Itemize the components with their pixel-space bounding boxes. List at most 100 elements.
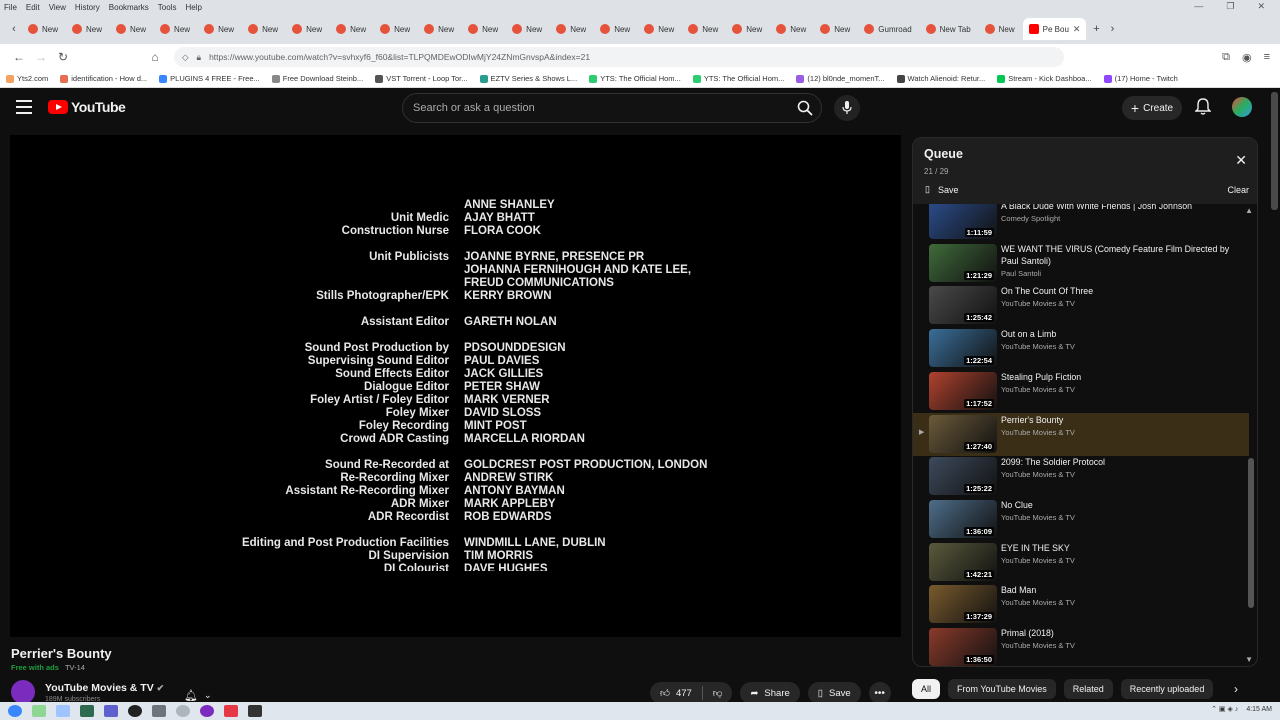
create-button[interactable]: + Create — [1122, 96, 1182, 120]
back-icon[interactable]: ← — [8, 50, 30, 64]
taskbar-app-icon[interactable] — [56, 705, 70, 717]
page-scrollbar[interactable] — [1271, 92, 1278, 210]
like-dislike-button[interactable]: 👍︎ 477 👎︎ — [650, 682, 733, 704]
tab[interactable]: New — [550, 18, 592, 40]
bookmark[interactable]: YTS: The Official Hom... — [589, 74, 681, 83]
address-bar[interactable]: ◇ 🔒︎ https://www.youtube.com/watch?v=svh… — [174, 47, 1064, 67]
extensions-icon[interactable]: ⧉ — [1222, 51, 1230, 64]
start-icon[interactable] — [8, 705, 22, 717]
taskbar-browser-icon[interactable] — [224, 705, 238, 717]
tab[interactable]: New Tab — [920, 18, 977, 40]
bookmark[interactable]: Free Download Steinb... — [271, 74, 363, 83]
taskbar-app-icon[interactable] — [32, 705, 46, 717]
tab[interactable]: New — [286, 18, 328, 40]
youtube-logo[interactable]: YouTube — [48, 99, 126, 115]
tab[interactable]: New — [330, 18, 372, 40]
taskbar-app-icon[interactable] — [104, 705, 118, 717]
reload-icon[interactable]: ↻ — [52, 50, 74, 64]
menu-history[interactable]: History — [75, 3, 100, 12]
forward-icon[interactable]: → — [30, 50, 52, 64]
bookmark[interactable]: Stream - Kick Dashboa... — [997, 74, 1092, 83]
bookmark[interactable]: (17) Home - Twitch — [1103, 74, 1178, 83]
tab[interactable]: New — [242, 18, 284, 40]
tab[interactable]: New — [198, 18, 240, 40]
taskbar-app-icon[interactable] — [176, 705, 190, 717]
taskbar-app-icon[interactable] — [200, 705, 214, 717]
search-input[interactable]: Search or ask a question — [402, 93, 822, 123]
tray-icons[interactable]: ⌃ ▣ ◈ ♪ — [1211, 705, 1238, 713]
queue-scrollbar[interactable] — [1248, 458, 1254, 608]
queue-item[interactable]: 1:21:29 WE WANT THE VIRUS (Comedy Feature… — [913, 242, 1249, 285]
save-button[interactable]: ▯ Save — [807, 682, 861, 704]
chevron-right-icon[interactable]: › — [1234, 682, 1238, 696]
maximize-icon[interactable]: ❐ — [1226, 1, 1234, 12]
channel-avatar[interactable] — [11, 680, 35, 704]
new-tab-icon[interactable]: + — [1088, 23, 1104, 35]
bookmark[interactable]: Yts2.com — [6, 74, 48, 83]
share-button[interactable]: ➦ Share — [740, 682, 800, 704]
tab[interactable]: New — [66, 18, 108, 40]
close-tab-icon[interactable]: ✕ — [1073, 24, 1081, 35]
queue-item[interactable]: 1:11:59 A Black Dude With White Friends |… — [913, 204, 1249, 242]
scroll-down-icon[interactable]: ▼ — [1245, 655, 1253, 664]
queue-item[interactable]: 1:22:54 Out on a Limb YouTube Movies & TV — [913, 327, 1249, 370]
tab[interactable]: Gumroad — [858, 18, 917, 40]
filter-chip[interactable]: All — [912, 679, 941, 699]
tab[interactable]: New — [814, 18, 856, 40]
bookmark[interactable]: Watch Alienoid: Retur... — [896, 74, 985, 83]
hamburger-menu-icon[interactable] — [16, 100, 32, 114]
queue-item[interactable]: 1:37:29 Bad Man YouTube Movies & TV — [913, 583, 1249, 626]
thumbs-up-icon[interactable]: 👍︎ — [660, 687, 670, 699]
queue-item[interactable]: 1:17:52 Stealing Pulp Fiction YouTube Movi… — [913, 370, 1249, 413]
menu-tools[interactable]: Tools — [158, 3, 177, 12]
queue-item[interactable]: 1:42:21 EYE IN THE SKY YouTube Movies & TV — [913, 541, 1249, 584]
tab[interactable]: New — [22, 18, 64, 40]
tab[interactable]: New — [110, 18, 152, 40]
menu-edit[interactable]: Edit — [26, 3, 40, 12]
close-window-icon[interactable]: ✕ — [1257, 1, 1265, 12]
tab[interactable]: New — [506, 18, 548, 40]
tab[interactable]: New — [979, 18, 1021, 40]
tab-scroll-right-icon[interactable]: › — [1104, 23, 1120, 35]
tab[interactable]: New — [594, 18, 636, 40]
profile-icon[interactable]: ◉ — [1242, 51, 1252, 64]
taskbar-app-icon[interactable] — [248, 705, 262, 717]
bookmark[interactable]: PLUGINS 4 FREE - Free... — [159, 74, 260, 83]
menu-help[interactable]: Help — [185, 3, 201, 12]
filter-chip[interactable]: Related — [1063, 679, 1113, 699]
tab[interactable]: New — [462, 18, 504, 40]
taskbar-app-icon[interactable] — [80, 705, 94, 717]
queue-item[interactable]: 1:36:50 Primal (2018) YouTube Movies & TV — [913, 626, 1249, 666]
microphone-icon[interactable] — [834, 95, 860, 121]
scroll-up-icon[interactable]: ▲ — [1245, 206, 1253, 215]
tab[interactable]: New — [638, 18, 680, 40]
bookmark[interactable]: VST Torrent - Loop Tor... — [375, 74, 468, 83]
bookmark[interactable]: EZTV Series & Shows L... — [479, 74, 577, 83]
tab[interactable]: New — [726, 18, 768, 40]
tab[interactable]: New — [418, 18, 460, 40]
taskbar-app-icon[interactable] — [128, 705, 142, 717]
queue-item[interactable]: 1:25:22 2099: The Soldier Protocol YouTube… — [913, 455, 1249, 498]
more-actions-icon[interactable]: ••• — [868, 682, 891, 704]
filter-chip[interactable]: From YouTube Movies — [948, 679, 1056, 699]
video-player[interactable]: ANNE SHANLEY Unit Medic AJAY BHATT Construc… — [10, 135, 901, 637]
bookmark[interactable]: (12) bl0nde_momenT... — [796, 74, 885, 83]
taskbar-app-icon[interactable] — [152, 705, 166, 717]
notifications-bell-icon[interactable] — [1195, 98, 1211, 116]
tab[interactable]: New — [682, 18, 724, 40]
queue-clear-button[interactable]: Clear — [1227, 185, 1249, 195]
menu-icon[interactable]: ≡ — [1264, 51, 1270, 64]
bookmark[interactable]: identification - How d... — [60, 74, 147, 83]
menu-bookmarks[interactable]: Bookmarks — [109, 3, 149, 12]
search-icon[interactable] — [797, 100, 813, 116]
tab-scroll-left-icon[interactable]: ‹ — [6, 23, 22, 35]
queue-item-current[interactable]: ▶ 1:27:40 Perrier's Bounty YouTube Movies &… — [913, 412, 1249, 456]
menu-file[interactable]: File — [4, 3, 17, 12]
tab[interactable]: New — [154, 18, 196, 40]
menu-view[interactable]: View — [49, 3, 66, 12]
close-queue-icon[interactable]: ✕ — [1235, 152, 1247, 169]
minimize-icon[interactable]: — — [1194, 1, 1203, 12]
queue-save-button[interactable]: ▯ Save — [925, 184, 958, 195]
thumbs-down-icon[interactable]: 👎︎ — [713, 687, 723, 699]
tab[interactable]: New — [374, 18, 416, 40]
